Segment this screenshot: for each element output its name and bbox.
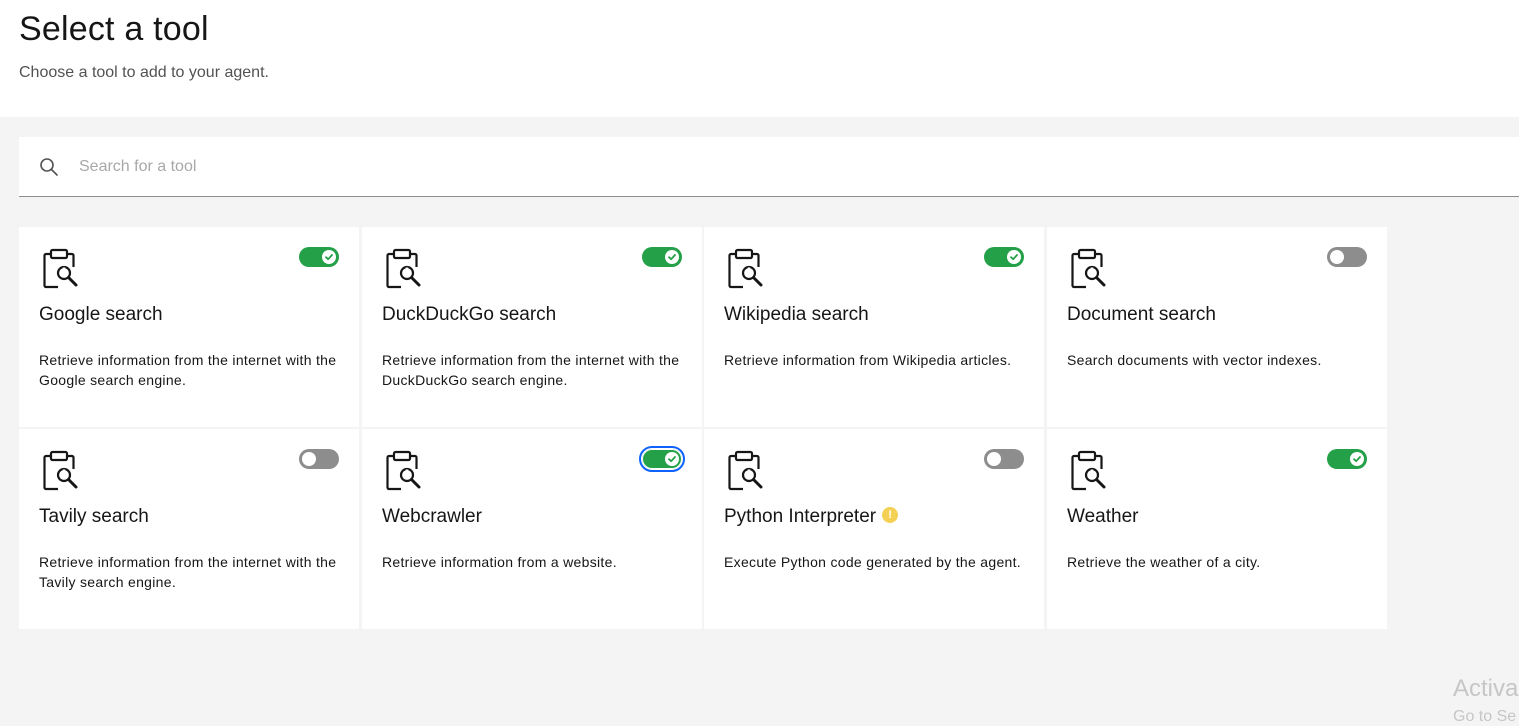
tool-enable-toggle[interactable] [299, 449, 339, 469]
clipboard-wrench-icon [724, 449, 764, 491]
tool-enable-toggle[interactable] [1327, 449, 1367, 469]
tool-title-text: Weather [1067, 506, 1139, 527]
clipboard-wrench-icon [382, 247, 422, 289]
tool-enable-toggle[interactable] [299, 247, 339, 267]
search-input[interactable] [79, 137, 1499, 196]
tool-card[interactable]: Tavily search Retrieve information from t… [19, 429, 359, 629]
clipboard-wrench-icon [39, 247, 79, 289]
tool-card[interactable]: Google search Retrieve information from t… [19, 227, 359, 427]
tool-title-text: DuckDuckGo search [382, 304, 557, 325]
toggle-knob [987, 452, 1001, 466]
tool-title-text: Webcrawler [382, 506, 482, 527]
clipboard-wrench-icon [39, 449, 79, 491]
tool-title-text: Tavily search [39, 506, 149, 527]
tool-description: Retrieve the weather of a city. [1067, 554, 1261, 570]
tool-title: Python Interpreter [724, 506, 899, 528]
tool-enable-toggle[interactable] [639, 446, 685, 472]
tool-title: Document search [1067, 304, 1216, 326]
tool-enable-toggle[interactable] [642, 247, 682, 267]
windows-activation-watermark: Activa [1453, 675, 1519, 702]
tool-title: Webcrawler [382, 506, 482, 528]
clipboard-wrench-icon [1067, 449, 1107, 491]
tool-card[interactable]: Wikipedia search Retrieve information fro… [704, 227, 1044, 427]
tool-description: Retrieve information from the internet w… [39, 554, 337, 590]
tool-enable-toggle[interactable] [984, 449, 1024, 469]
tool-search [19, 137, 1519, 197]
tool-description: Retrieve information from the internet w… [382, 352, 680, 388]
tool-title-text: Document search [1067, 304, 1216, 325]
tool-title: Google search [39, 304, 163, 326]
toggle-knob [665, 452, 679, 466]
windows-activation-watermark-sub: Go to Se [1453, 708, 1517, 725]
tool-title-text: Google search [39, 304, 163, 325]
tool-card[interactable]: Weather Retrieve the weather of a city. [1047, 429, 1387, 629]
toggle-knob [302, 452, 316, 466]
tool-title: Weather [1067, 506, 1138, 528]
toggle-knob [1007, 250, 1021, 264]
page-header: Select a tool Choose a tool to add to yo… [0, 0, 1519, 117]
tool-description: Retrieve information from Wikipedia arti… [724, 352, 1012, 368]
search-icon [40, 158, 58, 176]
tool-title: Wikipedia search [724, 304, 869, 326]
toggle-knob [1350, 452, 1364, 466]
page-title: Select a tool [19, 10, 209, 48]
toggle-knob [665, 250, 679, 264]
clipboard-wrench-icon [382, 449, 422, 491]
toggle-knob [1330, 250, 1344, 264]
tool-card[interactable]: Document search Search documents with vec… [1047, 227, 1387, 427]
page-subtitle: Choose a tool to add to your agent. [19, 64, 269, 81]
clipboard-wrench-icon [1067, 247, 1107, 289]
tool-enable-toggle[interactable] [984, 247, 1024, 267]
toggle-knob [322, 250, 336, 264]
tool-title-text: Wikipedia search [724, 304, 869, 325]
tool-card[interactable]: Python Interpreter Execute Python code ge… [704, 429, 1044, 629]
tool-card[interactable]: Webcrawler Retrieve information from a we… [362, 429, 702, 629]
tool-description: Execute Python code generated by the age… [724, 554, 1021, 570]
warning-icon[interactable] [882, 507, 899, 523]
tool-description: Retrieve information from the internet w… [39, 352, 337, 388]
tool-enable-toggle[interactable] [1327, 247, 1367, 267]
tool-description: Retrieve information from a website. [382, 554, 617, 570]
tool-title: DuckDuckGo search [382, 304, 556, 326]
tool-description: Search documents with vector indexes. [1067, 352, 1322, 368]
tool-card[interactable]: DuckDuckGo search Retrieve information fr… [362, 227, 702, 427]
tool-title-text: Python Interpreter [724, 506, 877, 527]
clipboard-wrench-icon [724, 247, 764, 289]
tool-title: Tavily search [39, 506, 149, 528]
